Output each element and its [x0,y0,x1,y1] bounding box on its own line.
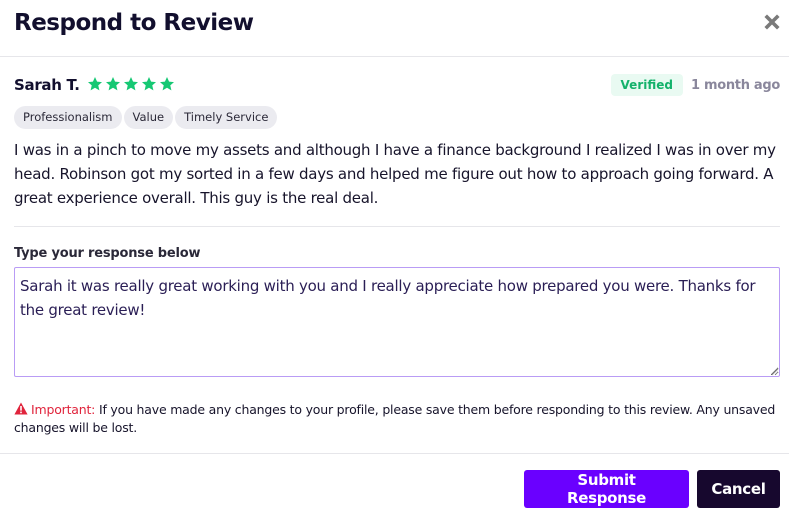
tag-professionalism: Professionalism [14,106,122,129]
star-icon [142,77,156,91]
submit-response-button[interactable]: Submit Response [524,470,689,508]
star-icon [124,77,138,91]
divider [14,226,780,227]
resize-handle-icon[interactable] [771,368,779,376]
star-icon [88,77,102,91]
modal-footer: Submit Response Cancel [524,470,780,508]
modal-header: Respond to Review [0,0,789,57]
star-rating [87,76,175,92]
close-icon[interactable] [764,14,780,30]
review-timestamp: 1 month ago [690,77,780,93]
warning-triangle-icon [14,402,28,415]
important-notice: Important: If you have made any changes … [14,401,784,437]
modal-title: Respond to Review [14,10,254,36]
review-tags: Professionalism Value Timely Service [14,106,278,129]
verified-badge: Verified [610,74,683,96]
notice-text: If you have made any changes to your pro… [14,402,776,435]
footer-divider [0,453,789,454]
reviewer-name: Sarah T. [14,76,80,94]
respond-to-review-modal: Respond to Review Sarah T. Verified 1 mo… [0,0,789,521]
star-icon [106,77,120,91]
cancel-button[interactable]: Cancel [697,470,780,508]
review-header: Sarah T. Verified 1 month ago [14,74,780,98]
tag-timely-service: Timely Service [175,106,278,129]
response-label: Type your response below [14,246,201,261]
star-icon [160,77,174,91]
review-meta: Verified 1 month ago [610,74,780,96]
review-text: I was in a pinch to move my assets and a… [14,141,776,207]
response-textarea[interactable]: Sarah it was really great working with y… [14,267,780,377]
important-label: Important: [31,402,96,417]
tag-value: Value [123,106,174,129]
